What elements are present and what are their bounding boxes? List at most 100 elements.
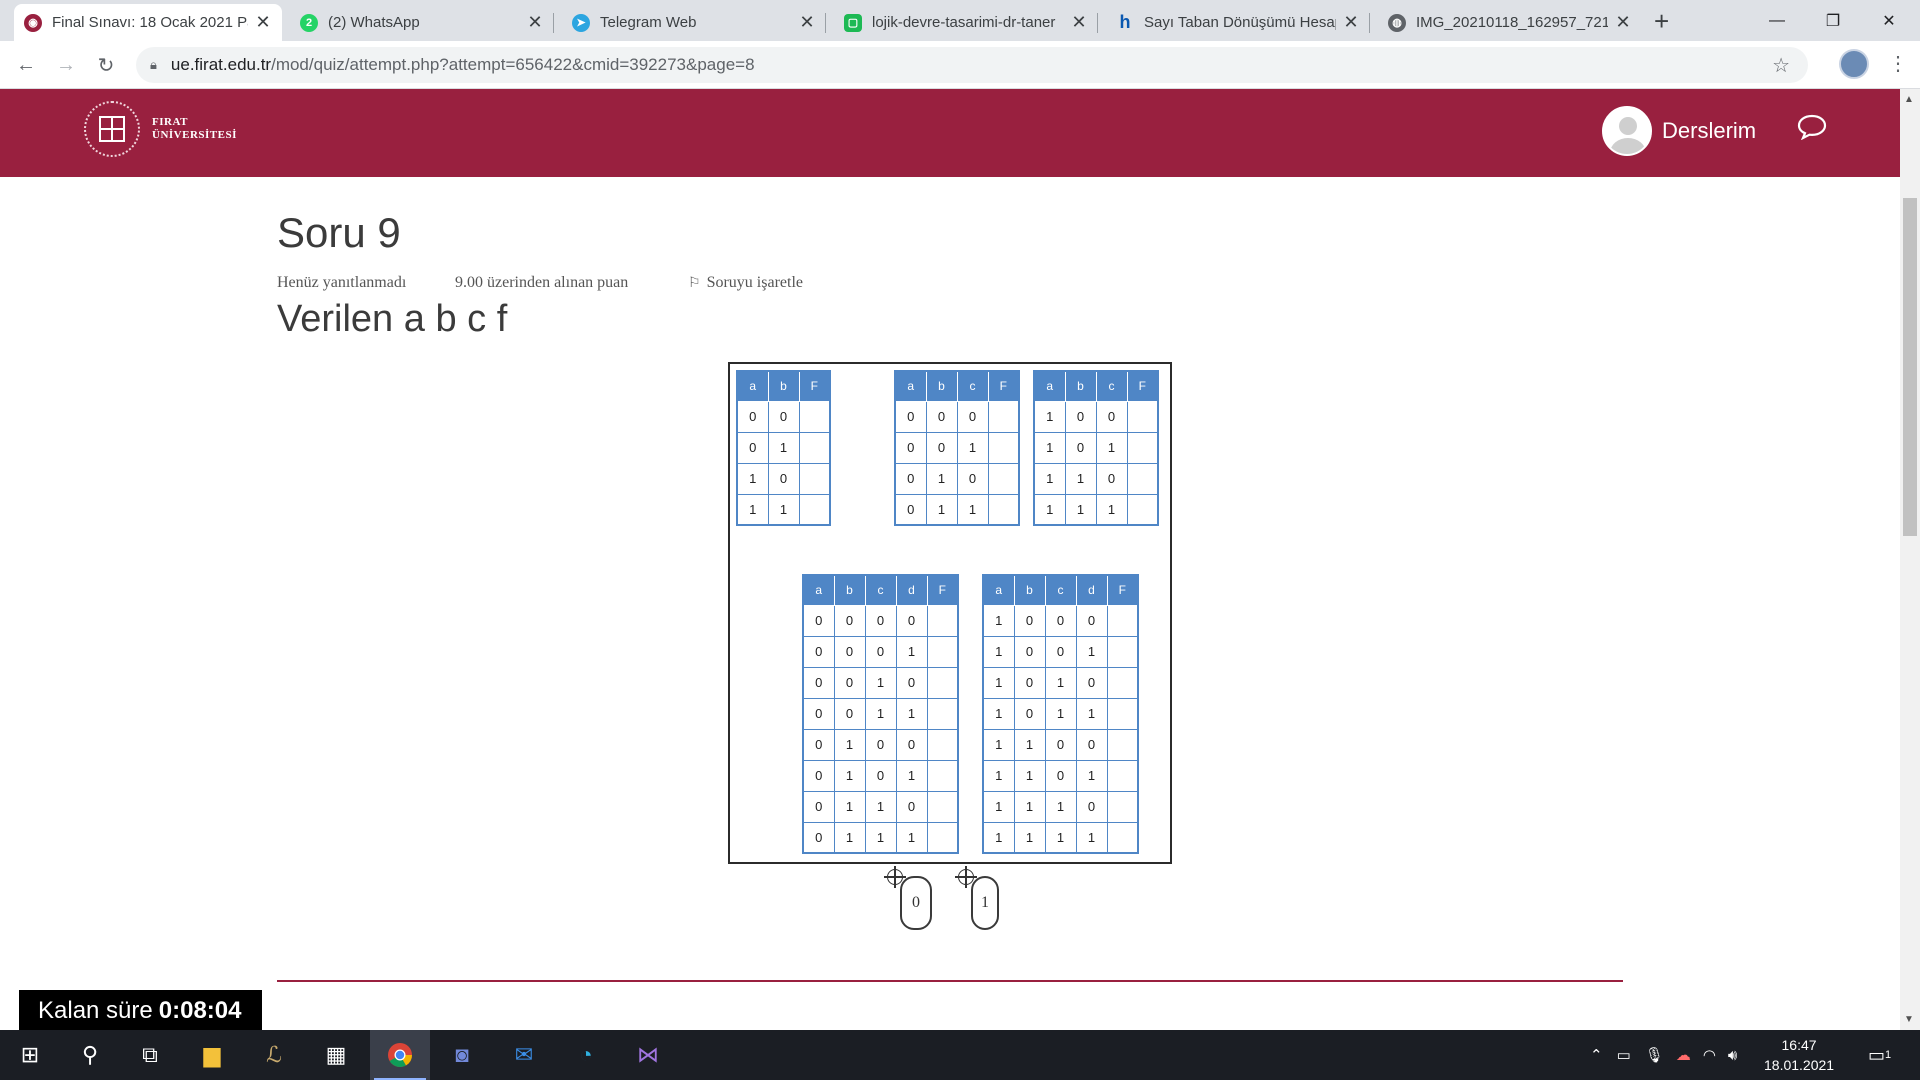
user-menu[interactable]: Derslerim — [1602, 106, 1756, 156]
output-drop-cell[interactable] — [1106, 728, 1139, 761]
windows-start-icon[interactable]: ⊞ — [0, 1030, 60, 1080]
close-tab-icon[interactable]: ✕ — [254, 12, 272, 33]
microphone-icon[interactable]: 🎙︎ — [1645, 1046, 1664, 1064]
chrome-icon[interactable] — [370, 1030, 430, 1080]
onedrive-icon[interactable]: ☁ — [1676, 1046, 1691, 1064]
output-drop-cell[interactable] — [798, 462, 831, 495]
address-bar[interactable]: 🔒︎ ue.firat.edu.tr/mod/quiz/attempt.php?… — [136, 47, 1808, 83]
table-cell: 0 — [802, 697, 835, 730]
volume-icon[interactable]: 🔊︎ — [1728, 1047, 1737, 1064]
table-cell: 0 — [833, 666, 866, 699]
output-drop-cell[interactable] — [987, 493, 1020, 526]
output-drop-cell[interactable] — [926, 728, 959, 761]
output-drop-cell[interactable] — [926, 697, 959, 730]
file-explorer-icon[interactable]: ▆ — [182, 1030, 242, 1080]
drag-choice-0[interactable]: 0 — [900, 876, 932, 930]
chevron-up-icon[interactable]: ⌃ — [1590, 1046, 1603, 1064]
minimize-button[interactable]: — — [1750, 0, 1804, 41]
output-drop-cell[interactable] — [1126, 400, 1159, 433]
bookmark-star-icon[interactable]: ☆ — [1772, 53, 1790, 78]
battery-icon[interactable]: ▭ — [1617, 1046, 1631, 1064]
notification-center-icon[interactable]: ▭ 1 — [1868, 1030, 1891, 1080]
table-cell: 0 — [1013, 635, 1046, 668]
scrollbar-thumb[interactable] — [1903, 198, 1917, 536]
close-tab-icon[interactable]: ✕ — [526, 12, 544, 33]
output-drop-cell[interactable] — [798, 400, 831, 433]
output-drop-cell[interactable] — [987, 462, 1020, 495]
table-cell: 0 — [802, 604, 835, 637]
output-drop-cell[interactable] — [798, 431, 831, 464]
menu-kebab-icon[interactable]: ⋮ — [1888, 51, 1908, 76]
table-cell: 1 — [736, 493, 769, 526]
table-cell: 1 — [864, 666, 897, 699]
tab-telegram[interactable]: ➤ Telegram Web ✕ — [562, 4, 826, 41]
output-drop-cell[interactable] — [926, 635, 959, 668]
scroll-down-arrow-icon[interactable]: ▼ — [1904, 1014, 1914, 1025]
close-tab-icon[interactable]: ✕ — [1342, 12, 1360, 33]
output-drop-cell[interactable] — [926, 666, 959, 699]
tab-img[interactable]: ◍ IMG_20210118_162957_721.j ✕ — [1378, 4, 1642, 41]
drag-choice-1[interactable]: 1 — [971, 876, 999, 930]
league-icon[interactable]: ℒ — [244, 1030, 304, 1080]
output-drop-cell[interactable] — [987, 400, 1020, 433]
tab-lojik-devre[interactable]: ▢ lojik-devre-tasarimi-dr-taner ✕ — [834, 4, 1098, 41]
output-drop-cell[interactable] — [926, 821, 959, 854]
whatsapp-icon: 2 — [300, 13, 318, 32]
visual-studio-icon[interactable]: ⋈ — [618, 1030, 678, 1080]
output-drop-cell[interactable] — [926, 604, 959, 637]
output-drop-cell[interactable] — [1126, 493, 1159, 526]
edge-icon[interactable]: ◔ — [556, 1030, 616, 1080]
output-drop-cell[interactable] — [1126, 431, 1159, 464]
output-drop-cell[interactable] — [1106, 821, 1139, 854]
column-header: F — [1106, 574, 1139, 606]
output-drop-cell[interactable] — [1106, 697, 1139, 730]
close-window-button[interactable]: ✕ — [1862, 0, 1916, 41]
chat-bubble-icon[interactable] — [1797, 114, 1827, 140]
reload-icon[interactable]: ↻ — [94, 53, 118, 77]
store-icon[interactable]: ▦ — [306, 1030, 366, 1080]
profile-avatar[interactable] — [1839, 49, 1869, 79]
table-cell: 0 — [894, 493, 927, 526]
table-cell: 1 — [767, 431, 800, 464]
output-drop-cell[interactable] — [1106, 666, 1139, 699]
taskbar-clock[interactable]: 16:47 18.01.2021 — [1764, 1035, 1834, 1075]
tab-sayi-taban[interactable]: h Sayı Taban Dönüşümü Hesap ✕ — [1106, 4, 1370, 41]
close-tab-icon[interactable]: ✕ — [1070, 12, 1088, 33]
column-header: a — [894, 370, 927, 402]
mail-icon[interactable]: ✉ — [494, 1030, 554, 1080]
derslerim-link[interactable]: Derslerim — [1662, 118, 1756, 144]
wifi-icon[interactable]: ◠ — [1703, 1046, 1716, 1064]
column-header: F — [798, 370, 831, 402]
column-header: F — [1126, 370, 1159, 402]
output-drop-cell[interactable] — [1106, 759, 1139, 792]
flag-question-link[interactable]: ⚐ Soruyu işaretle — [688, 274, 803, 292]
university-logo[interactable]: FIRAT ÜNİVERSİTESİ — [84, 101, 237, 157]
user-avatar[interactable] — [1602, 106, 1652, 156]
task-view-icon[interactable]: ⧉ — [120, 1030, 180, 1080]
table-cell: 1 — [864, 790, 897, 823]
close-tab-icon[interactable]: ✕ — [798, 12, 816, 33]
output-drop-cell[interactable] — [926, 790, 959, 823]
discord-icon[interactable]: ◙ — [432, 1030, 492, 1080]
output-drop-cell[interactable] — [1126, 462, 1159, 495]
table-row: 1101 — [982, 759, 1139, 792]
new-tab-button[interactable]: + — [1654, 8, 1669, 34]
close-tab-icon[interactable]: ✕ — [1614, 12, 1632, 33]
clock-time: 16:47 — [1781, 1037, 1817, 1053]
back-arrow-icon[interactable]: ← — [14, 53, 38, 77]
output-drop-cell[interactable] — [987, 431, 1020, 464]
output-drop-cell[interactable] — [798, 493, 831, 526]
output-drop-cell[interactable] — [1106, 635, 1139, 668]
search-icon[interactable]: ⚲ — [60, 1030, 120, 1080]
output-drop-cell[interactable] — [1106, 790, 1139, 823]
table-cell: 0 — [1075, 604, 1108, 637]
forward-arrow-icon[interactable]: → — [54, 53, 78, 77]
column-header: a — [736, 370, 769, 402]
tab-whatsapp[interactable]: 2 (2) WhatsApp ✕ — [290, 4, 554, 41]
scroll-up-arrow-icon[interactable]: ▲ — [1904, 94, 1914, 105]
table-cell: 1 — [982, 666, 1015, 699]
output-drop-cell[interactable] — [1106, 604, 1139, 637]
output-drop-cell[interactable] — [926, 759, 959, 792]
tab-final-sinavi[interactable]: ◉ Final Sınavı: 18 Ocak 2021 Pa ✕ — [14, 4, 282, 41]
restore-button[interactable]: ❐ — [1806, 0, 1860, 41]
